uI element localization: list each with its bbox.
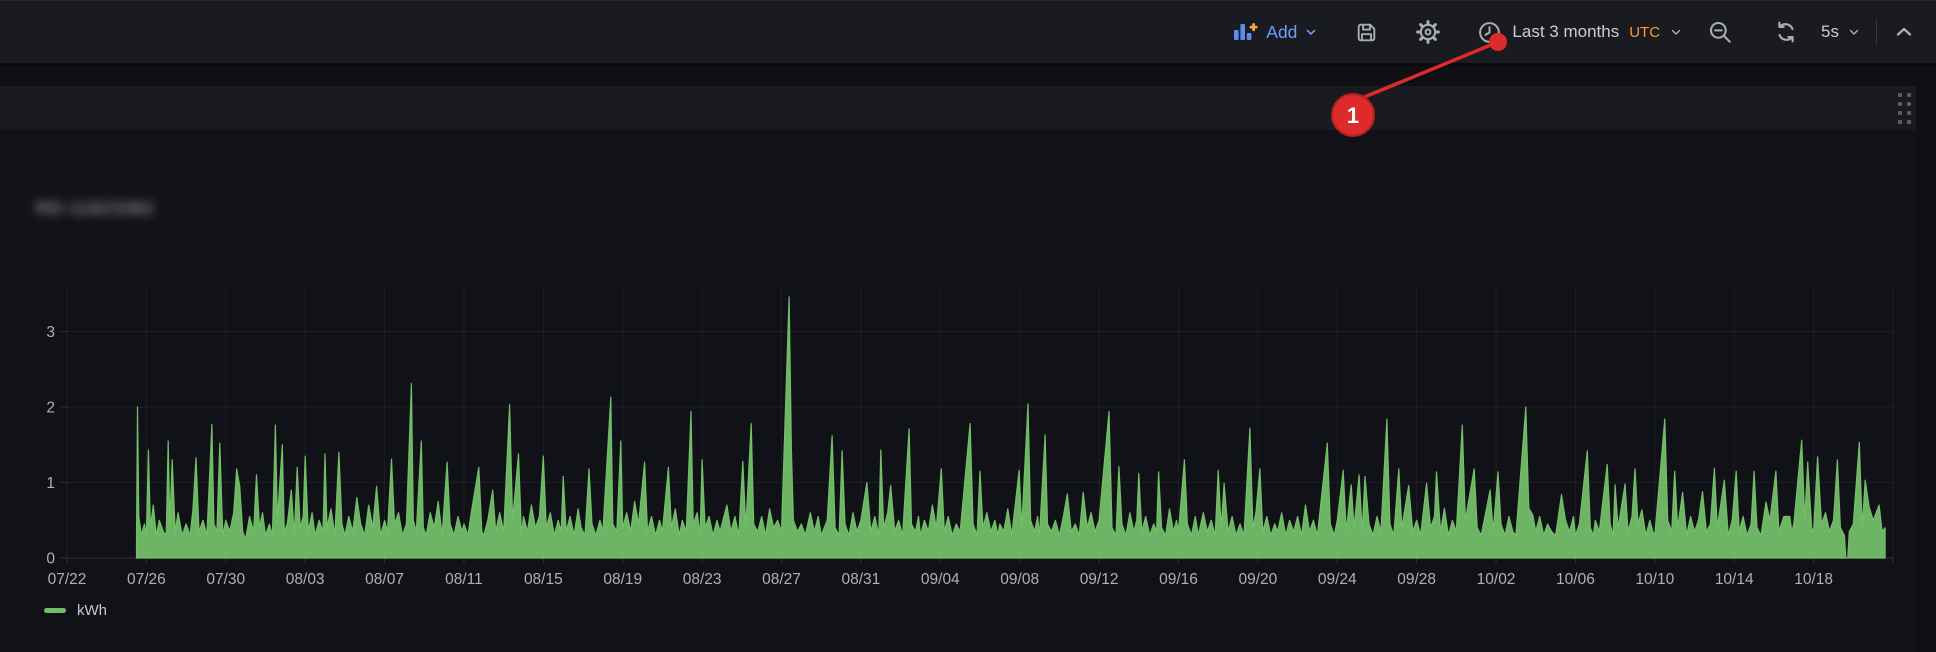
series-area-kwh	[137, 297, 1886, 558]
legend-swatch	[44, 608, 66, 613]
dashboard-top-nav: Add	[0, 0, 1936, 63]
refresh-interval-dropdown[interactable]: 5s	[1821, 22, 1861, 42]
panel-header-band	[0, 86, 1916, 130]
x-tick-label: 10/06	[1556, 571, 1595, 588]
x-tick-label: 07/22	[48, 571, 87, 588]
chevron-up-icon	[1892, 20, 1916, 44]
refresh-interval-label: 5s	[1821, 22, 1839, 42]
chevron-down-icon	[1304, 25, 1318, 39]
x-tick-label: 08/15	[524, 571, 563, 588]
y-tick-label: 2	[46, 400, 55, 417]
x-tick-label: 09/28	[1397, 571, 1436, 588]
x-tick-label: 09/12	[1080, 571, 1119, 588]
y-tick-label: 0	[46, 551, 55, 568]
save-dashboard-button[interactable]	[1354, 20, 1379, 45]
y-tick-label: 1	[46, 475, 55, 492]
x-tick-label: 08/23	[683, 571, 722, 588]
x-tick-label: 09/24	[1318, 571, 1357, 588]
x-tick-label: 09/04	[921, 571, 960, 588]
y-tick-label: 3	[46, 324, 55, 341]
refresh-icon	[1773, 19, 1799, 45]
x-tick-label: 08/19	[603, 571, 642, 588]
add-button-label: Add	[1266, 22, 1297, 43]
dashboard-settings-button[interactable]	[1415, 19, 1441, 45]
chevron-down-icon	[1669, 25, 1683, 39]
x-tick-label: 08/27	[762, 571, 801, 588]
gear-icon	[1415, 19, 1441, 45]
bar-chart-plus-icon	[1232, 20, 1258, 44]
panel-title-redacted: RD-11823382	[36, 198, 155, 219]
zoom-out-time-button[interactable]	[1707, 19, 1733, 45]
clock-icon	[1477, 20, 1502, 45]
time-range-picker[interactable]: Last 3 months UTC	[1477, 20, 1683, 45]
panel-drag-handle-icon[interactable]	[1898, 93, 1911, 124]
x-tick-label: 09/08	[1000, 571, 1039, 588]
timezone-label: UTC	[1629, 24, 1660, 41]
legend-item-kwh[interactable]: kWh	[44, 602, 107, 619]
x-tick-label: 08/03	[286, 571, 325, 588]
x-tick-label: 09/20	[1238, 571, 1277, 588]
save-icon	[1354, 20, 1379, 45]
add-panel-button[interactable]: Add	[1232, 20, 1318, 44]
x-tick-label: 10/14	[1715, 571, 1754, 588]
x-tick-label: 10/02	[1477, 571, 1516, 588]
zoom-out-icon	[1707, 19, 1733, 45]
x-tick-label: 08/07	[365, 571, 404, 588]
x-tick-label: 08/11	[445, 571, 483, 588]
x-tick-label: 10/10	[1635, 571, 1674, 588]
x-tick-label: 07/26	[127, 571, 166, 588]
refresh-dashboard-button[interactable]	[1773, 19, 1799, 45]
x-tick-label: 09/16	[1159, 571, 1198, 588]
time-range-label: Last 3 months	[1512, 22, 1619, 42]
collapse-header-button[interactable]	[1892, 20, 1916, 44]
kwh-chart[interactable]: 0 1 2 3 07/22 07/26 07/30 08/03 08/07 08/11 08/15 0…	[0, 130, 1916, 652]
dashboard-toolbar: Add	[1232, 1, 1916, 63]
x-tick-label: 10/18	[1794, 571, 1833, 588]
x-tick-label: 07/30	[206, 571, 245, 588]
chevron-down-icon	[1847, 25, 1861, 39]
legend-series-label: kWh	[77, 602, 107, 619]
x-tick-label: 08/31	[842, 571, 881, 588]
toolbar-divider	[1876, 19, 1877, 45]
timeseries-panel: 0 1 2 3 07/22 07/26 07/30 08/03 08/07 08/11 08/15 0…	[0, 130, 1916, 652]
